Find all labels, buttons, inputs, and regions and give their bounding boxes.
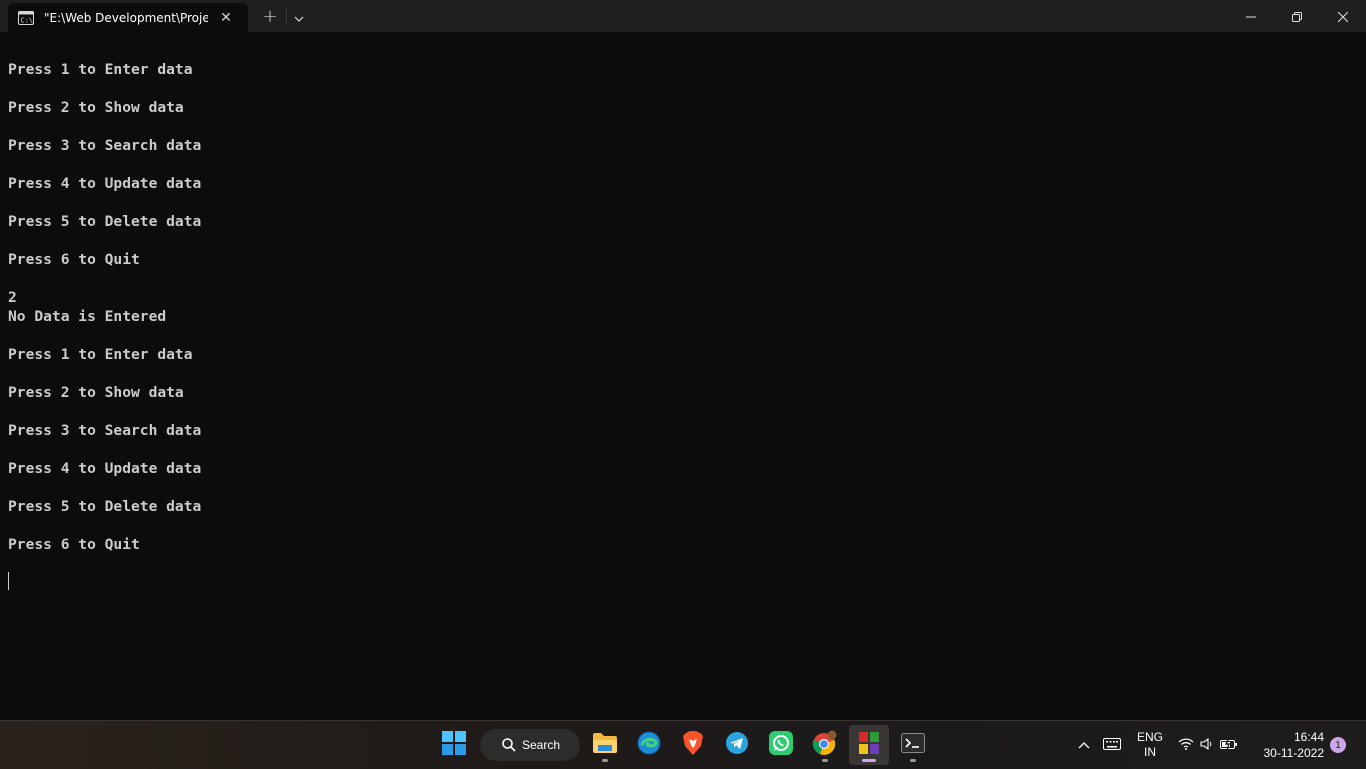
running-indicator: [602, 759, 608, 762]
restore-button[interactable]: [1274, 0, 1320, 32]
taskbar-search-box[interactable]: Search: [480, 729, 580, 761]
taskbar-chrome[interactable]: [805, 725, 845, 765]
brave-icon: [682, 731, 704, 759]
start-button[interactable]: [434, 725, 474, 765]
restore-icon: [1292, 7, 1302, 26]
keyboard-icon: [1103, 737, 1121, 753]
search-label: Search: [522, 738, 561, 752]
edge-icon: [637, 731, 661, 759]
language-indicator[interactable]: ENG IN: [1132, 721, 1168, 769]
terminal-line: Press 2 to Show data: [8, 99, 184, 116]
close-window-button[interactable]: [1320, 0, 1366, 32]
active-indicator: [862, 759, 876, 762]
taskbar-edge[interactable]: [629, 725, 669, 765]
clock-date: 30-11-2022: [1263, 746, 1325, 760]
search-icon: [502, 738, 516, 752]
running-indicator: [910, 759, 916, 762]
language-region: IN: [1144, 745, 1156, 759]
taskbar-whatsapp[interactable]: [761, 725, 801, 765]
console-icon: C:\: [18, 10, 34, 26]
winrar-icon: [858, 731, 880, 759]
text-cursor: [8, 572, 9, 590]
touch-keyboard-button[interactable]: [1101, 721, 1123, 769]
terminal-line: Press 4 to Update data: [8, 460, 202, 477]
terminal-line: Press 1 to Enter data: [8, 346, 193, 363]
volume-icon: [1200, 737, 1214, 753]
terminal-line: 2: [8, 289, 17, 306]
tab-title: "E:\Web Development\Project: [44, 10, 208, 25]
terminal-icon: [901, 733, 925, 757]
taskbar-terminal[interactable]: [893, 725, 933, 765]
clock[interactable]: 16:44 30-11-2022: [1256, 721, 1325, 769]
terminal-line: Press 5 to Delete data: [8, 498, 202, 515]
terminal-line: Press 3 to Search data: [8, 137, 202, 154]
svg-text:C:\: C:\: [21, 16, 34, 24]
terminal-line: Press 3 to Search data: [8, 422, 202, 439]
windows-logo-icon: [442, 731, 466, 759]
minimize-icon: [1246, 7, 1256, 26]
close-icon: [1337, 7, 1349, 26]
tab-dropdown-button[interactable]: [288, 0, 310, 32]
terminal-line: Press 6 to Quit: [8, 536, 140, 553]
taskbar-file-explorer[interactable]: [585, 725, 625, 765]
taskbar-winrar[interactable]: [849, 725, 889, 765]
taskbar-brave[interactable]: [673, 725, 713, 765]
terminal-line: Press 5 to Delete data: [8, 213, 202, 230]
terminal-tab[interactable]: C:\ "E:\Web Development\Project ✕: [8, 3, 248, 32]
chevron-down-icon: [294, 7, 304, 26]
taskbar: Search ENG IN 16:44 30-11-2022 1: [0, 720, 1366, 769]
running-indicator: [822, 759, 828, 762]
terminal-line: Press 2 to Show data: [8, 384, 184, 401]
terminal-output[interactable]: Press 1 to Enter data Press 2 to Show dat…: [8, 60, 1348, 554]
terminal-line: No Data is Entered: [8, 308, 167, 325]
show-hidden-icons-button[interactable]: [1074, 721, 1094, 769]
file-explorer-icon: [592, 732, 618, 758]
close-tab-icon[interactable]: ✕: [216, 8, 236, 28]
wifi-icon: [1178, 737, 1194, 753]
new-tab-button[interactable]: +: [256, 0, 284, 32]
chrome-icon: [812, 730, 838, 760]
whatsapp-icon: [769, 731, 793, 759]
clock-time: 16:44: [1293, 730, 1324, 744]
terminal-line: Press 1 to Enter data: [8, 61, 193, 78]
battery-icon: [1220, 737, 1238, 753]
language-code: ENG: [1136, 730, 1163, 744]
title-bar: C:\ "E:\Web Development\Project ✕ +: [0, 0, 1366, 32]
minimize-button[interactable]: [1228, 0, 1274, 32]
tab-separator: [286, 8, 287, 24]
chevron-up-icon: [1078, 738, 1090, 752]
telegram-icon: [725, 731, 749, 759]
quick-settings-button[interactable]: [1176, 721, 1240, 769]
taskbar-telegram[interactable]: [717, 725, 757, 765]
notification-badge[interactable]: 1: [1330, 737, 1346, 753]
terminal-line: Press 6 to Quit: [8, 251, 140, 268]
terminal-window: C:\ "E:\Web Development\Project ✕ + Pres…: [0, 0, 1366, 720]
terminal-line: Press 4 to Update data: [8, 175, 202, 192]
